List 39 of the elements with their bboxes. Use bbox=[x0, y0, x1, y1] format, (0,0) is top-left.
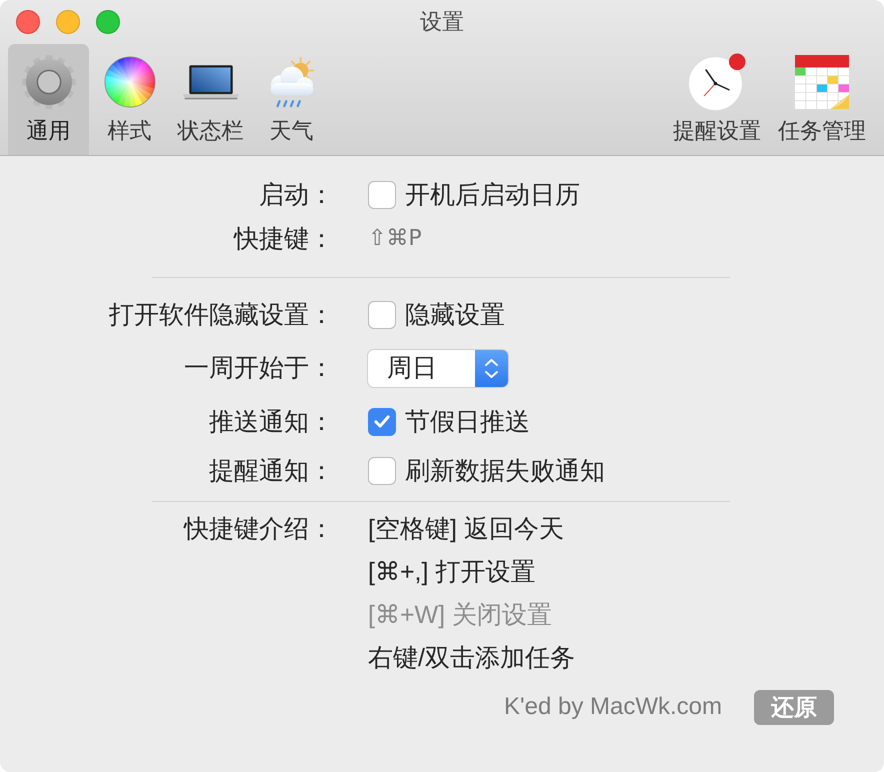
zoom-button[interactable] bbox=[96, 10, 120, 34]
checkbox-label[interactable]: 隐藏设置 bbox=[405, 298, 505, 332]
window-title: 设置 bbox=[420, 8, 464, 36]
dropdown[interactable]: 周日 bbox=[368, 350, 508, 386]
checkbox[interactable] bbox=[368, 300, 396, 328]
setting-label: 提醒通知： bbox=[209, 456, 334, 486]
setting-label: 推送通知： bbox=[209, 406, 334, 438]
setting-label: 打开软件隐藏设置： bbox=[109, 300, 334, 330]
shortcut-description: 右键/双击添加任务 bbox=[368, 643, 575, 674]
checkbox-label[interactable]: 节假日推送 bbox=[405, 404, 530, 438]
shortcut-description: [空格键] 返回今天 bbox=[368, 514, 565, 545]
toolbar-tab[interactable]: 状态栏 bbox=[170, 44, 251, 155]
color-wheel-icon bbox=[102, 55, 156, 109]
checkbox[interactable] bbox=[368, 180, 396, 208]
setting-label: 快捷键： bbox=[234, 224, 334, 255]
chevron-up-down-icon bbox=[475, 350, 508, 386]
laptop-icon bbox=[182, 64, 240, 100]
shortcut-keys: ⇧⌘P bbox=[368, 222, 422, 256]
shortcut-description: [⌘+W] 关闭设置 bbox=[368, 600, 554, 631]
setting-label: 快捷键介绍： bbox=[184, 514, 334, 545]
credit-text: K'ed by MacWk.com bbox=[504, 692, 722, 722]
setting-label: 一周开始于： bbox=[184, 353, 334, 384]
setting-label: 启动： bbox=[259, 180, 334, 210]
gear-icon bbox=[20, 54, 76, 110]
checkbox-label[interactable]: 开机后启动日历 bbox=[405, 178, 580, 212]
shortcut-description: [⌘+,] 打开设置 bbox=[368, 557, 536, 588]
close-button[interactable] bbox=[16, 10, 40, 34]
toolbar-tab[interactable]: 样式 bbox=[89, 44, 170, 155]
toolbar-tab[interactable]: 通用 bbox=[8, 44, 89, 155]
checkbox[interactable] bbox=[368, 408, 396, 436]
checkmark-icon bbox=[374, 415, 390, 428]
checkbox-label[interactable]: 刷新数据失败通知 bbox=[405, 454, 605, 488]
toolbar-button[interactable]: 提醒设置 bbox=[666, 44, 768, 155]
minimize-button[interactable] bbox=[56, 10, 80, 34]
clock-icon bbox=[688, 53, 746, 111]
toolbar-tab[interactable]: 天气 bbox=[251, 44, 332, 155]
checkbox[interactable] bbox=[368, 456, 396, 484]
calendar-icon bbox=[795, 55, 849, 109]
toolbar-button[interactable]: 任务管理 bbox=[771, 44, 873, 155]
